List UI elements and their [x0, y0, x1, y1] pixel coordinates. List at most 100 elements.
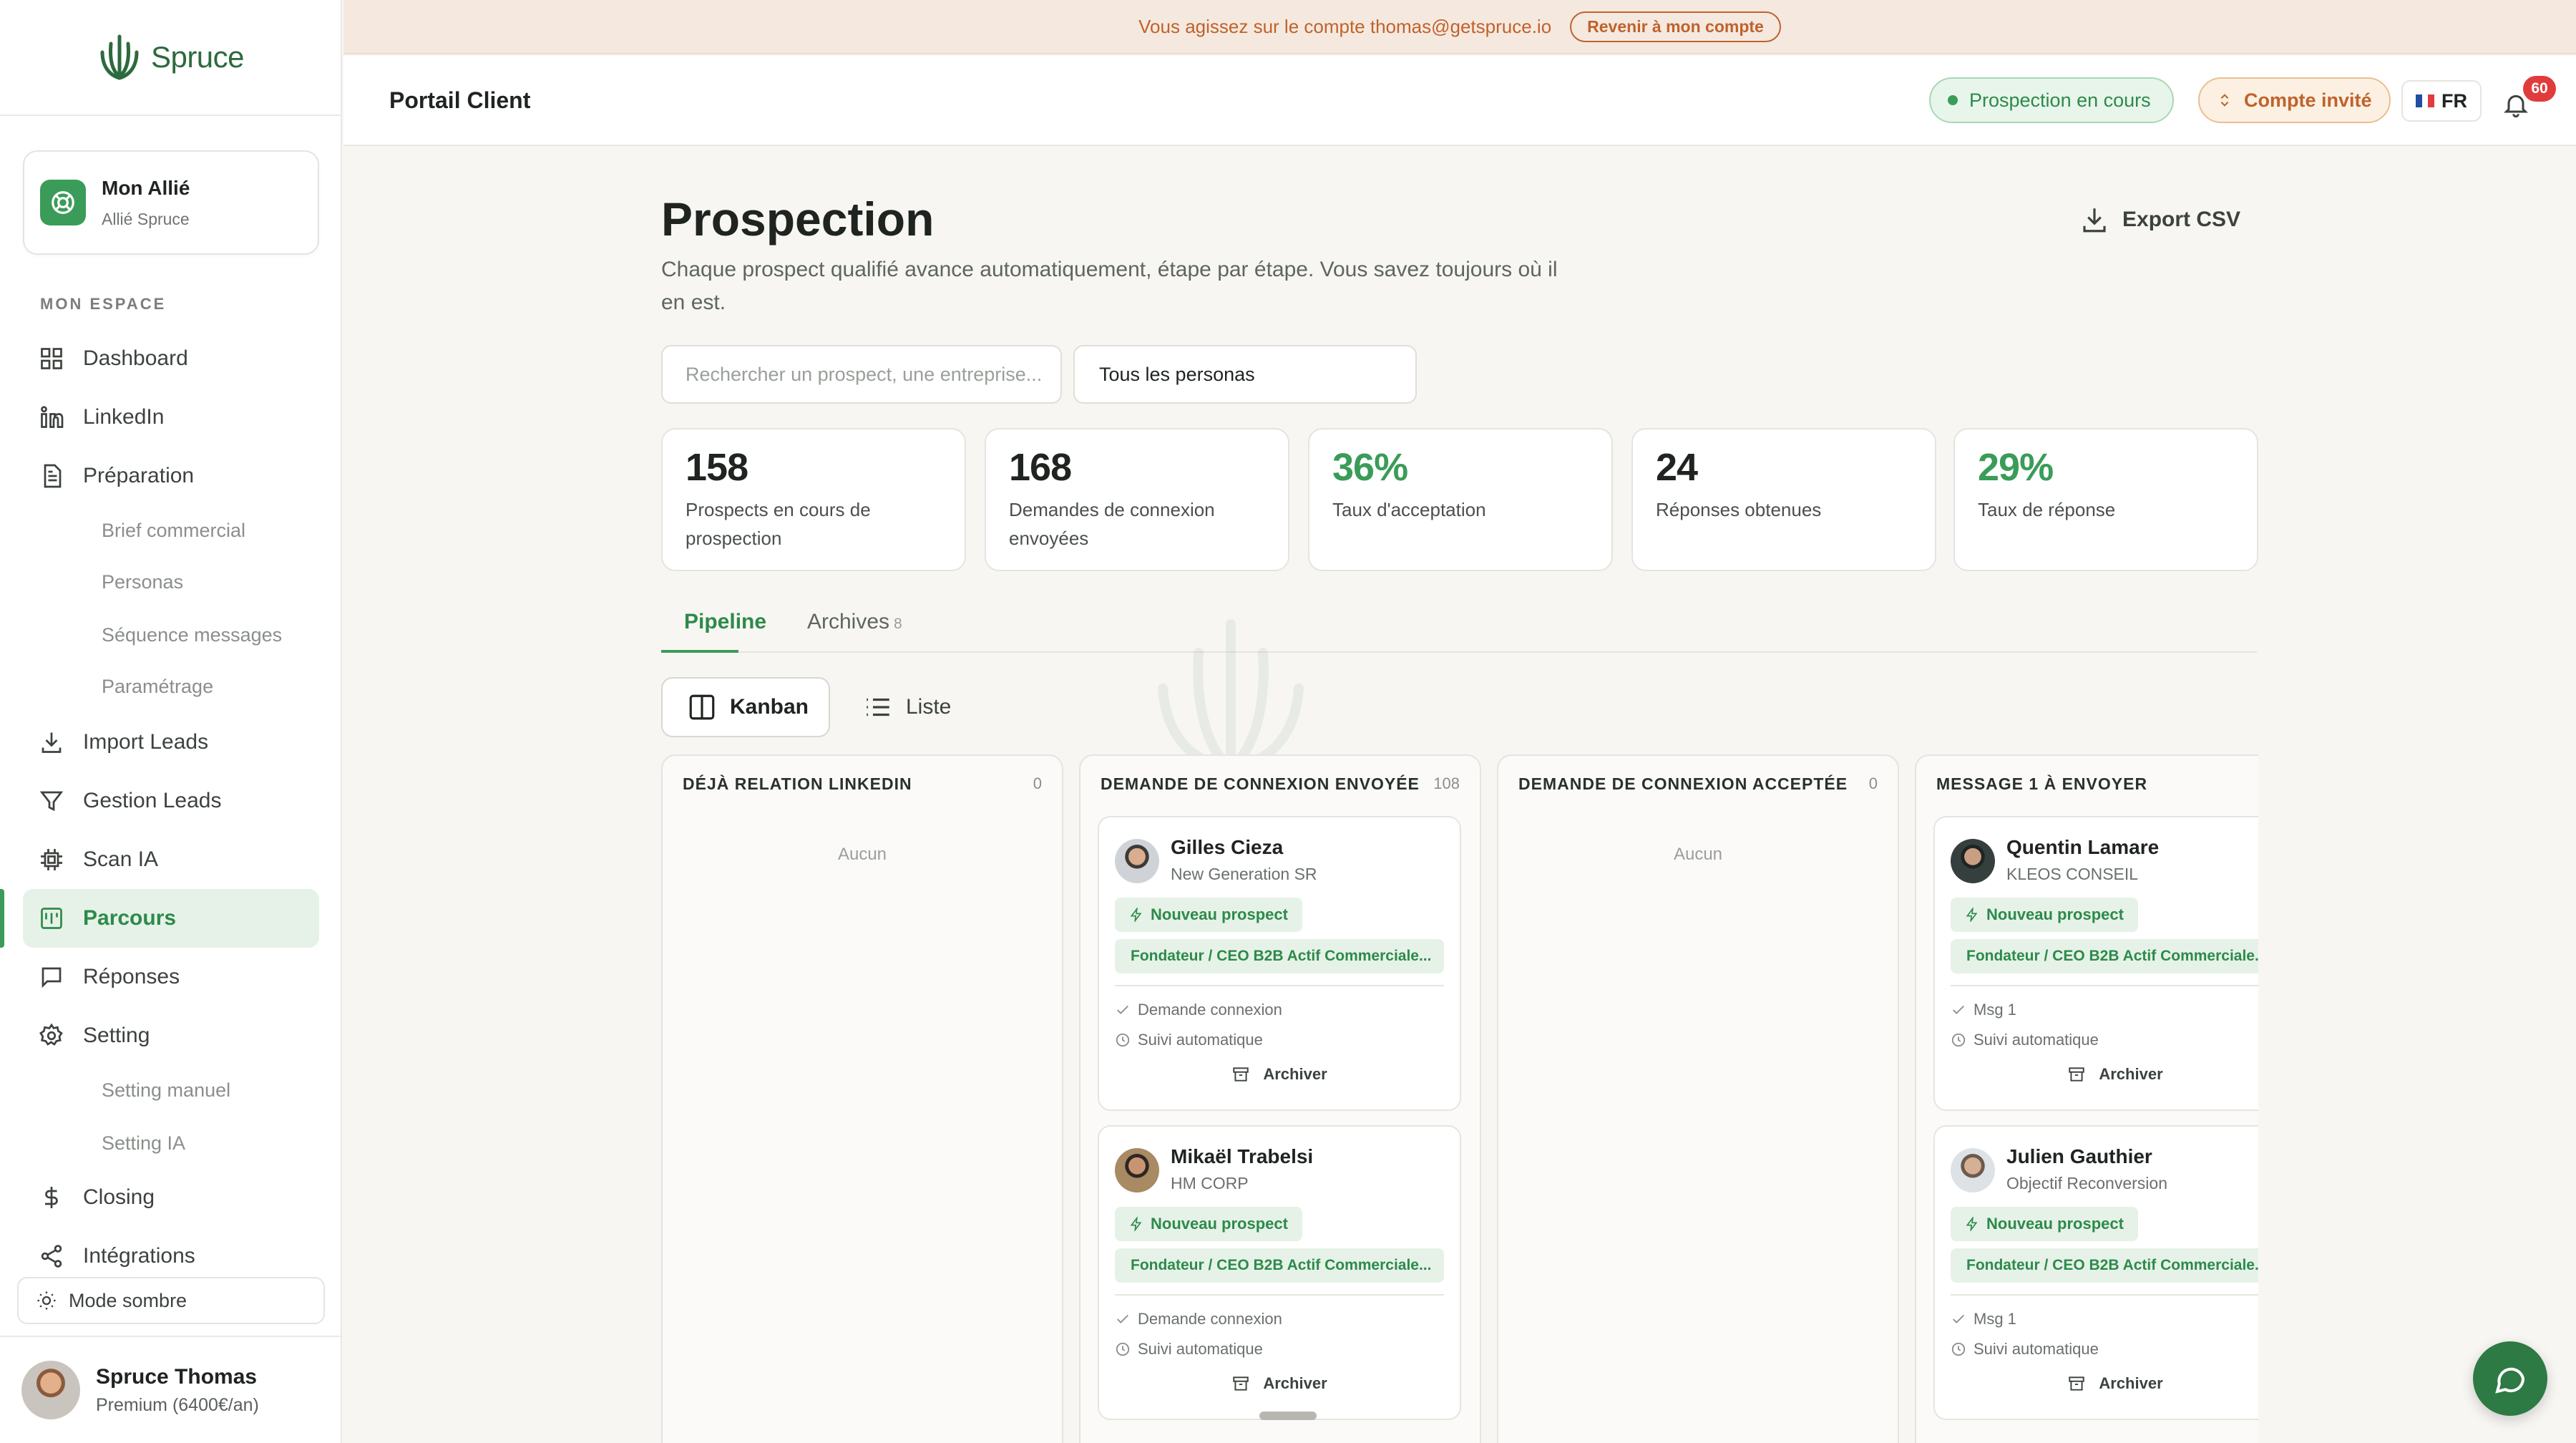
export-label: Export CSV [2122, 208, 2241, 231]
card-divider [1951, 1294, 2258, 1296]
card-status-line: Demande connexion [1115, 1310, 1282, 1328]
view-list-button[interactable]: Liste [863, 677, 951, 737]
sidebar-subitem-setting-ia[interactable]: Setting IA [102, 1125, 185, 1161]
check-icon [1117, 1314, 1128, 1323]
card-divider [1115, 985, 1444, 986]
section-label: MON ESPACE [40, 295, 167, 313]
archive-label: Archiver [1263, 1065, 1327, 1083]
sidebar-item-scan-ia[interactable]: Scan IA [23, 830, 319, 889]
kanban-column: DEMANDE DE CONNEXION ACCEPTÉE 0 Aucun [1497, 754, 1899, 1443]
archive-label: Archiver [2099, 1065, 2163, 1083]
dark-mode-toggle[interactable]: Mode sombre [17, 1277, 325, 1324]
prospect-avatar [1951, 1148, 1995, 1192]
prospect-card[interactable]: Gilles Cieza New Generation SR Nouveau p… [1098, 816, 1461, 1111]
notifications-button[interactable]: 60 [2502, 76, 2559, 126]
clock-icon [1951, 1033, 1966, 1047]
card-divider [1115, 1294, 1444, 1296]
view-kanban-label: Kanban [730, 695, 809, 719]
bolt-icon [1130, 1217, 1142, 1231]
followup-text: Suivi automatique [1974, 1340, 2099, 1358]
check-icon [1953, 1005, 1964, 1014]
stat-value: 168 [1009, 446, 1072, 489]
stat-label: Demandes de connexion envoyées [1009, 499, 1215, 549]
prospect-avatar [1115, 839, 1159, 883]
sidebar-item-reponses[interactable]: Réponses [23, 948, 319, 1006]
sidebar-item-preparation[interactable]: Préparation [23, 447, 319, 505]
new-prospect-badge: Nouveau prospect [1115, 1207, 1302, 1241]
chevron-updown-icon [2220, 94, 2229, 107]
archive-button[interactable]: Archiver [1935, 1065, 2258, 1084]
sidebar-item-import-leads[interactable]: Import Leads [23, 713, 319, 772]
spruce-logo-icon [100, 34, 139, 80]
chat-icon [42, 967, 62, 988]
ally-card[interactable]: Mon Allié Allié Spruce [23, 150, 319, 255]
page-description: Chaque prospect qualifié avance automati… [661, 258, 1558, 314]
persona-filter-select[interactable]: Tous les personas [1073, 345, 1417, 404]
user-name: Spruce Thomas [96, 1364, 258, 1389]
france-flag-icon [2416, 94, 2435, 107]
sidebar-item-closing[interactable]: Closing [23, 1168, 319, 1227]
badge-label: Nouveau prospect [1151, 1215, 1288, 1233]
badge-label: Nouveau prospect [1986, 905, 2124, 923]
language-selector[interactable]: FR [2401, 80, 2482, 122]
logo[interactable]: Spruce [0, 0, 341, 116]
sidebar-item-label: Réponses [83, 965, 180, 988]
search-input[interactable] [661, 345, 1062, 404]
column-count: 0 [1033, 774, 1042, 792]
persona-tag: Fondateur / CEO B2B Actif Commerciale... [1951, 1248, 2258, 1283]
impersonation-banner: Vous agissez sur le compte thomas@getspr… [343, 0, 2576, 54]
sidebar-subitem-parametrage[interactable]: Paramétrage [102, 669, 213, 704]
dark-mode-label: Mode sombre [69, 1289, 187, 1311]
sidebar-item-label: Préparation [83, 464, 195, 487]
stat-value: 36% [1332, 446, 1408, 489]
gear-icon [39, 1023, 63, 1046]
stat-card: 29% Taux de réponse [1953, 428, 2258, 571]
guest-account-pill[interactable]: Compte invité [2198, 77, 2391, 123]
archive-button[interactable]: Archiver [1935, 1374, 2258, 1393]
board-scrollbar[interactable] [1259, 1412, 1317, 1420]
view-kanban-button[interactable]: Kanban [661, 677, 830, 737]
tab-archives[interactable]: Archives 8 [807, 610, 902, 653]
sidebar-item-setting[interactable]: Setting [23, 1006, 319, 1065]
archive-button[interactable]: Archiver [1099, 1374, 1460, 1393]
brand-name: Spruce [150, 40, 245, 74]
sidebar-subitem-sequence[interactable]: Séquence messages [102, 617, 282, 653]
prospect-card[interactable]: Julien Gauthier Objectif Reconversion No… [1933, 1125, 2258, 1420]
column-count: 0 [1868, 774, 1878, 792]
prospect-company: Objectif Reconversion [2006, 1174, 2167, 1192]
prospect-company: KLEOS CONSEIL [2006, 865, 2139, 883]
card-followup-line: Suivi automatique [1951, 1340, 2099, 1359]
list-icon [867, 698, 889, 716]
sidebar-item-gestion-leads[interactable]: Gestion Leads [23, 772, 319, 830]
sidebar-item-label: Gestion Leads [83, 789, 222, 812]
sidebar-subitem-brief[interactable]: Brief commercial [102, 512, 245, 548]
prospect-card[interactable]: Quentin Lamare KLEOS CONSEIL Nouveau pro… [1933, 816, 2258, 1111]
sidebar-item-linkedin[interactable]: LinkedIn [23, 388, 319, 447]
sidebar-subitem-setting-manuel[interactable]: Setting manuel [102, 1072, 230, 1108]
prospection-status-pill[interactable]: Prospection en cours [1929, 77, 2174, 123]
tab-pipeline[interactable]: Pipeline [684, 610, 766, 653]
persona-tag: Fondateur / CEO B2B Actif Commerciale... [1115, 939, 1444, 973]
sidebar-item-label: Parcours [83, 906, 177, 930]
chip-icon [41, 849, 62, 870]
filter-icon [39, 791, 64, 812]
chat-support-button[interactable] [2473, 1341, 2547, 1416]
persona-tag: Fondateur / CEO B2B Actif Commerciale... [1115, 1248, 1444, 1283]
archive-button[interactable]: Archiver [1099, 1065, 1460, 1084]
column-title: DEMANDE DE CONNEXION ACCEPTÉE [1518, 774, 1848, 793]
sidebar-item-dashboard[interactable]: Dashboard [23, 329, 319, 388]
stat-value: 24 [1656, 446, 1698, 489]
return-account-button[interactable]: Revenir à mon compte [1570, 11, 1781, 42]
sidebar-subitem-personas[interactable]: Personas [102, 564, 183, 600]
stat-card: 24 Réponses obtenues [1631, 428, 1936, 571]
card-divider [1951, 985, 2258, 986]
archive-icon [1233, 1376, 1249, 1391]
stat-value: 158 [686, 446, 748, 489]
new-prospect-badge: Nouveau prospect [1951, 1207, 2138, 1241]
user-profile[interactable]: Spruce Thomas Premium (6400€/an) [0, 1336, 342, 1443]
prospect-card[interactable]: Mikaël Trabelsi HM CORP Nouveau prospect… [1098, 1125, 1461, 1420]
sidebar-item-parcours[interactable]: Parcours [23, 889, 319, 948]
card-followup-line: Suivi automatique [1115, 1340, 1263, 1359]
export-csv-button[interactable]: Export CSV [2079, 205, 2240, 235]
followup-text: Suivi automatique [1138, 1340, 1263, 1358]
